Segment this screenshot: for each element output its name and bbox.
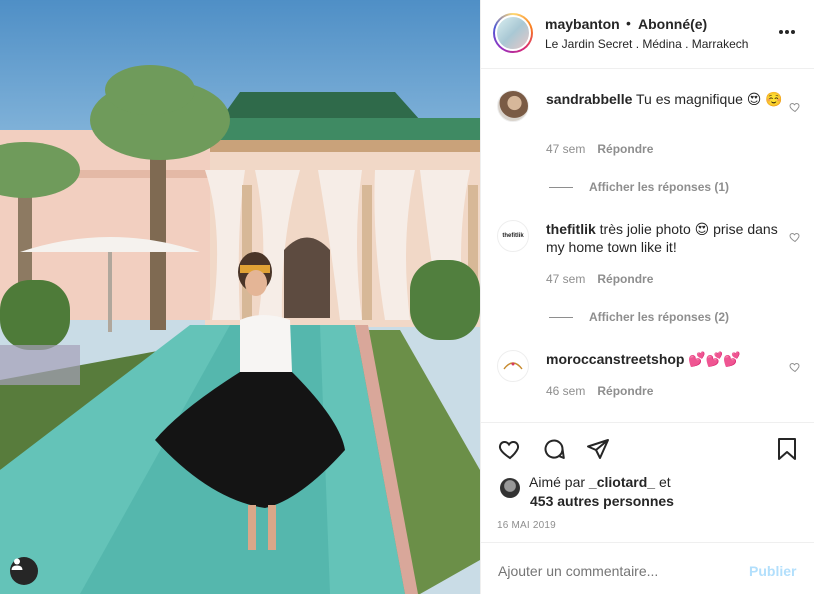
like-heart-icon[interactable] xyxy=(498,437,522,461)
show-replies-button[interactable]: Afficher les réponses (2) xyxy=(549,310,729,324)
show-replies-label: Afficher les réponses (1) xyxy=(589,180,730,194)
author-avatar[interactable] xyxy=(493,13,533,53)
moroccanstreetshop-logo-icon xyxy=(503,362,523,370)
post-photo[interactable] xyxy=(0,0,480,594)
liked-by-line: Aimé par _cliotard_ et xyxy=(529,474,671,490)
commenter-username[interactable]: sandrabbelle xyxy=(546,91,632,107)
comment-age: 47 sem xyxy=(546,142,586,156)
show-replies-label: Afficher les réponses (2) xyxy=(589,310,730,324)
comment-body: sandrabbelle Tu es magnifique 😍 ☺️ xyxy=(546,90,784,108)
show-replies-button[interactable]: Afficher les réponses (1) xyxy=(549,180,729,194)
location-link[interactable]: Le Jardin Secret . Médina . Marrakech xyxy=(545,37,748,51)
liked-by-suffix: et xyxy=(658,474,671,490)
post-date[interactable]: 16 MAI 2019 xyxy=(497,520,556,531)
publish-button[interactable]: Publier xyxy=(749,563,796,579)
comment-age: 46 sem xyxy=(546,384,586,398)
commenter-avatar[interactable]: thefitlik xyxy=(497,220,529,252)
thefitlik-logo: thefitlik xyxy=(502,233,524,239)
comment-meta: 46 sem Répondre xyxy=(546,384,653,398)
reply-button[interactable]: Répondre xyxy=(597,384,653,398)
heart-icon[interactable] xyxy=(789,361,801,373)
reply-button[interactable]: Répondre xyxy=(597,142,653,156)
replies-divider xyxy=(549,317,573,319)
user-icon xyxy=(11,558,23,570)
comment-input[interactable] xyxy=(498,563,738,579)
comment-meta: 47 sem Répondre xyxy=(546,142,653,156)
liked-by-prefix: Aimé par xyxy=(529,474,586,490)
comment-text: Tu es magnifique 😍 ☺️ xyxy=(636,91,783,107)
comment-text: 💕💕💕 xyxy=(688,351,741,367)
liked-by-username[interactable]: _cliotard_ xyxy=(589,474,655,490)
post-header: maybanton • Abonné(e) Le Jardin Secret .… xyxy=(481,0,814,69)
liker-avatar[interactable] xyxy=(500,478,520,498)
comment-body: moroccanstreetshop 💕💕💕 xyxy=(546,350,784,368)
replies-divider xyxy=(549,187,573,189)
separator-dot: • xyxy=(626,15,631,31)
share-send-icon[interactable] xyxy=(586,437,610,461)
author-username[interactable]: maybanton xyxy=(545,16,620,32)
follow-status-button[interactable]: Abonné(e) xyxy=(638,16,707,32)
post-side-panel: maybanton • Abonné(e) Le Jardin Secret .… xyxy=(480,0,814,594)
heart-icon[interactable] xyxy=(789,101,801,113)
heart-icon[interactable] xyxy=(789,231,801,243)
post-actions: Aimé par _cliotard_ et 453 autres person… xyxy=(481,422,814,542)
commenter-username[interactable]: moroccanstreetshop xyxy=(546,351,684,367)
tagged-users-button[interactable] xyxy=(10,557,38,585)
reply-button[interactable]: Répondre xyxy=(597,272,653,286)
commenter-avatar[interactable] xyxy=(497,350,529,382)
garden-scene-image xyxy=(0,65,480,594)
add-comment-bar: Publier xyxy=(481,542,814,594)
comment-body: thefitlik très jolie photo 😍 prise dans … xyxy=(546,220,784,256)
comment-meta: 47 sem Répondre xyxy=(546,272,653,286)
likes-count-link[interactable]: 453 autres personnes xyxy=(530,493,674,509)
commenter-avatar[interactable] xyxy=(497,90,529,122)
comment-bubble-icon[interactable] xyxy=(542,437,566,461)
comment-age: 47 sem xyxy=(546,272,586,286)
more-horizontal-icon[interactable] xyxy=(775,22,799,42)
commenter-username[interactable]: thefitlik xyxy=(546,221,596,237)
bookmark-icon[interactable] xyxy=(775,437,799,461)
